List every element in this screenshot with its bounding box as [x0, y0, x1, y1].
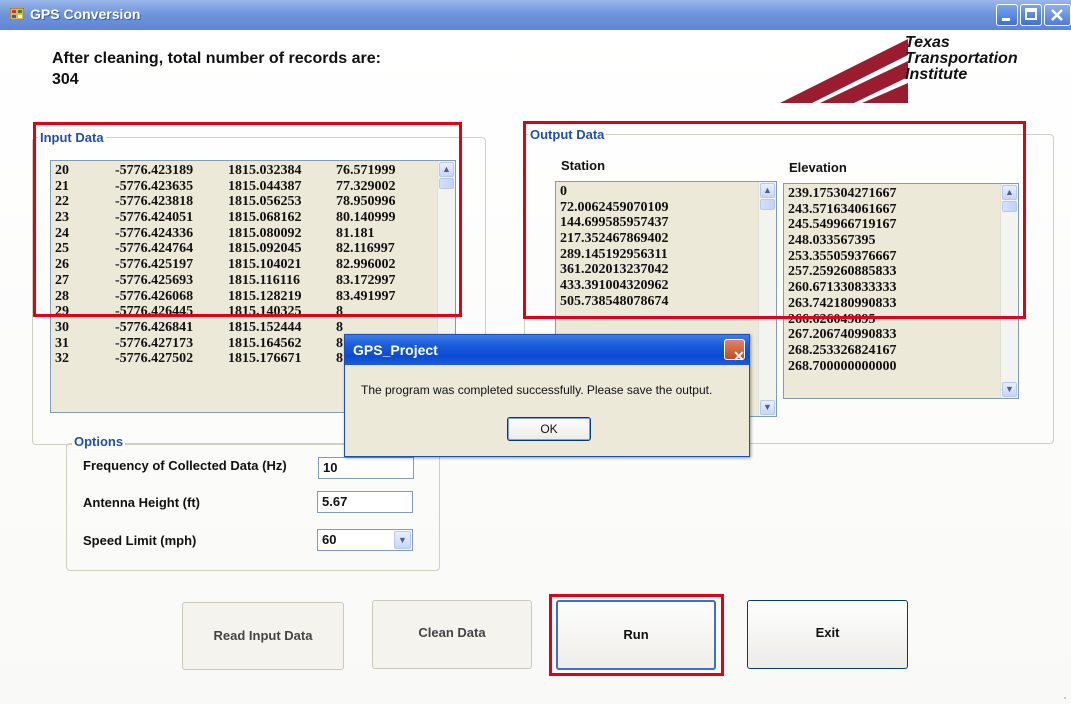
antenna-height-input[interactable]: 5.67	[317, 491, 413, 513]
logo-line-3: Institute	[905, 66, 968, 83]
dialog-title: GPS_Project	[353, 342, 438, 358]
dialog-title-bar[interactable]: GPS_Project ✕	[345, 335, 749, 365]
input-data-cell: 30	[55, 319, 69, 335]
input-data-cell: 32	[55, 351, 69, 367]
completion-dialog: GPS_Project ✕ The program was completed …	[344, 334, 750, 457]
scroll-down-arrow-icon[interactable]: ▼	[1002, 382, 1017, 397]
elevation-row[interactable]: 268.253326824167	[786, 343, 1000, 359]
maximize-icon	[1025, 8, 1037, 20]
input-data-cell: 8	[336, 335, 343, 351]
speed-limit-value: 60	[322, 532, 337, 547]
input-data-highlight	[33, 122, 462, 317]
window-title: GPS Conversion	[30, 6, 141, 22]
read-input-data-button[interactable]: Read Input Data	[182, 602, 344, 670]
chevron-down-icon[interactable]: ▼	[394, 531, 411, 549]
clean-data-button[interactable]: Clean Data	[372, 600, 532, 669]
logo-line-1: Texas	[905, 34, 950, 51]
input-data-cell: 8	[336, 319, 343, 335]
input-data-cell: 1815.152444	[228, 319, 302, 335]
tti-logo-mark	[780, 39, 908, 103]
input-data-cell: 8	[336, 351, 343, 367]
maximize-button[interactable]	[1020, 4, 1042, 26]
tti-logo: Texas Transportation Institute	[780, 35, 1030, 105]
logo-text: Texas Transportation Institute	[905, 35, 1018, 83]
dialog-message: The program was completed successfully. …	[361, 383, 713, 397]
ok-button[interactable]: OK	[507, 417, 591, 441]
app-icon	[10, 8, 24, 20]
input-data-cell: 1815.164562	[228, 335, 302, 351]
elevation-row[interactable]: 267.206740990833	[786, 327, 1000, 343]
resize-grip-icon[interactable]	[1057, 690, 1067, 700]
input-data-cell: -5776.427502	[115, 351, 194, 367]
output-data-highlight	[523, 121, 1026, 319]
minimize-button[interactable]	[996, 4, 1018, 26]
antenna-height-label: Antenna Height (ft)	[83, 495, 200, 510]
close-icon: ✕	[733, 348, 745, 364]
records-summary: After cleaning, total number of records …	[52, 48, 381, 90]
close-button[interactable]	[1044, 4, 1071, 26]
close-icon	[1051, 9, 1063, 21]
dialog-close-button[interactable]: ✕	[724, 339, 745, 364]
speed-limit-label: Speed Limit (mph)	[83, 533, 197, 548]
input-data-cell: -5776.426841	[115, 319, 194, 335]
frequency-label: Frequency of Collected Data (Hz)	[83, 458, 287, 473]
records-count: 304	[52, 71, 79, 88]
records-label: After cleaning, total number of records …	[52, 50, 381, 67]
minimize-icon	[1002, 18, 1010, 21]
run-button-highlight	[549, 594, 724, 676]
options-legend: Options	[72, 434, 126, 449]
elevation-row[interactable]: 268.700000000000	[786, 359, 1000, 375]
speed-limit-select[interactable]: 60 ▼	[317, 529, 413, 551]
input-data-cell: -5776.427173	[115, 335, 194, 351]
input-data-cell: 31	[55, 335, 69, 351]
frequency-input[interactable]: 10	[318, 457, 414, 479]
logo-line-2: Transportation	[905, 50, 1018, 67]
exit-button[interactable]: Exit	[747, 600, 908, 669]
scroll-down-arrow-icon[interactable]: ▼	[760, 400, 775, 415]
input-data-cell: 1815.176671	[228, 351, 302, 367]
title-bar[interactable]: GPS Conversion	[0, 0, 1071, 30]
